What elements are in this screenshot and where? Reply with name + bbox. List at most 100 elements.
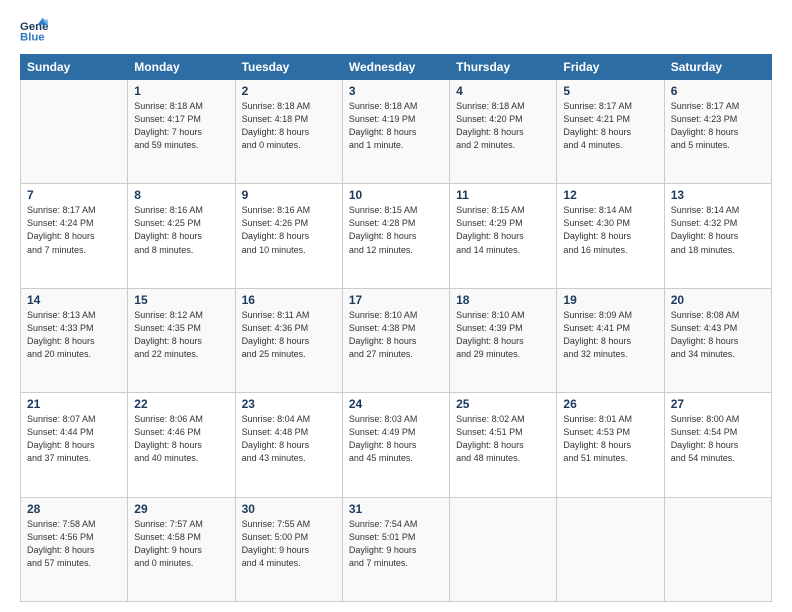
logo-icon: General Blue <box>20 16 48 44</box>
day-number: 1 <box>134 84 228 98</box>
day-cell: 28Sunrise: 7:58 AM Sunset: 4:56 PM Dayli… <box>21 497 128 601</box>
day-info: Sunrise: 8:17 AM Sunset: 4:21 PM Dayligh… <box>563 100 657 152</box>
day-info: Sunrise: 8:12 AM Sunset: 4:35 PM Dayligh… <box>134 309 228 361</box>
day-info: Sunrise: 8:07 AM Sunset: 4:44 PM Dayligh… <box>27 413 121 465</box>
logo: General Blue <box>20 16 52 44</box>
weekday-header-saturday: Saturday <box>664 55 771 80</box>
weekday-header-row: SundayMondayTuesdayWednesdayThursdayFrid… <box>21 55 772 80</box>
day-number: 6 <box>671 84 765 98</box>
day-cell: 12 Sunrise: 8:14 AM Sunset: 4:30 PM Dayli… <box>557 184 664 288</box>
day-number: 10 <box>349 188 443 202</box>
week-row-2: 7 Sunrise: 8:17 AM Sunset: 4:24 PM Daylig… <box>21 184 772 288</box>
day-cell: 18 Sunrise: 8:10 AM Sunset: 4:39 PM Dayli… <box>450 288 557 392</box>
day-number: 9 <box>242 188 336 202</box>
day-info: Sunrise: 8:17 AM Sunset: 4:23 PM Dayligh… <box>671 100 765 152</box>
day-number: 21 <box>27 397 121 411</box>
day-number: 3 <box>349 84 443 98</box>
week-row-4: 21 Sunrise: 8:07 AM Sunset: 4:44 PM Dayli… <box>21 393 772 497</box>
day-info: Sunrise: 8:18 AM Sunset: 4:19 PM Dayligh… <box>349 100 443 152</box>
day-cell: 22Sunrise: 8:06 AM Sunset: 4:46 PM Dayli… <box>128 393 235 497</box>
day-number: 20 <box>671 293 765 307</box>
week-row-5: 28Sunrise: 7:58 AM Sunset: 4:56 PM Dayli… <box>21 497 772 601</box>
day-cell: 13 Sunrise: 8:14 AM Sunset: 4:32 PM Dayli… <box>664 184 771 288</box>
header: General Blue <box>20 16 772 44</box>
day-info: Sunrise: 8:17 AM Sunset: 4:24 PM Dayligh… <box>27 204 121 256</box>
day-number: 24 <box>349 397 443 411</box>
day-cell: 7 Sunrise: 8:17 AM Sunset: 4:24 PM Daylig… <box>21 184 128 288</box>
day-cell <box>557 497 664 601</box>
day-info: Sunrise: 8:10 AM Sunset: 4:38 PM Dayligh… <box>349 309 443 361</box>
weekday-header-friday: Friday <box>557 55 664 80</box>
day-info: Sunrise: 8:03 AM Sunset: 4:49 PM Dayligh… <box>349 413 443 465</box>
weekday-header-monday: Monday <box>128 55 235 80</box>
weekday-header-tuesday: Tuesday <box>235 55 342 80</box>
day-info: Sunrise: 8:16 AM Sunset: 4:26 PM Dayligh… <box>242 204 336 256</box>
day-cell: 3 Sunrise: 8:18 AM Sunset: 4:19 PM Daylig… <box>342 80 449 184</box>
day-info: Sunrise: 8:18 AM Sunset: 4:17 PM Dayligh… <box>134 100 228 152</box>
day-cell: 26 Sunrise: 8:01 AM Sunset: 4:53 PM Dayli… <box>557 393 664 497</box>
day-cell <box>450 497 557 601</box>
day-number: 22 <box>134 397 228 411</box>
day-cell: 23Sunrise: 8:04 AM Sunset: 4:48 PM Dayli… <box>235 393 342 497</box>
day-number: 16 <box>242 293 336 307</box>
day-cell: 10 Sunrise: 8:15 AM Sunset: 4:28 PM Dayli… <box>342 184 449 288</box>
day-info: Sunrise: 8:13 AM Sunset: 4:33 PM Dayligh… <box>27 309 121 361</box>
day-cell: 25 Sunrise: 8:02 AM Sunset: 4:51 PM Dayli… <box>450 393 557 497</box>
week-row-3: 14Sunrise: 8:13 AM Sunset: 4:33 PM Dayli… <box>21 288 772 392</box>
day-info: Sunrise: 8:14 AM Sunset: 4:30 PM Dayligh… <box>563 204 657 256</box>
day-cell <box>664 497 771 601</box>
day-cell: 8 Sunrise: 8:16 AM Sunset: 4:25 PM Daylig… <box>128 184 235 288</box>
day-info: Sunrise: 8:10 AM Sunset: 4:39 PM Dayligh… <box>456 309 550 361</box>
day-number: 8 <box>134 188 228 202</box>
weekday-header-wednesday: Wednesday <box>342 55 449 80</box>
day-number: 26 <box>563 397 657 411</box>
day-number: 2 <box>242 84 336 98</box>
day-cell: 14Sunrise: 8:13 AM Sunset: 4:33 PM Dayli… <box>21 288 128 392</box>
day-number: 30 <box>242 502 336 516</box>
day-cell: 20Sunrise: 8:08 AM Sunset: 4:43 PM Dayli… <box>664 288 771 392</box>
day-info: Sunrise: 8:16 AM Sunset: 4:25 PM Dayligh… <box>134 204 228 256</box>
day-info: Sunrise: 7:58 AM Sunset: 4:56 PM Dayligh… <box>27 518 121 570</box>
day-number: 25 <box>456 397 550 411</box>
day-number: 18 <box>456 293 550 307</box>
day-info: Sunrise: 8:18 AM Sunset: 4:20 PM Dayligh… <box>456 100 550 152</box>
day-cell: 31 Sunrise: 7:54 AM Sunset: 5:01 PM Dayli… <box>342 497 449 601</box>
day-number: 23 <box>242 397 336 411</box>
day-number: 12 <box>563 188 657 202</box>
day-number: 7 <box>27 188 121 202</box>
day-info: Sunrise: 8:09 AM Sunset: 4:41 PM Dayligh… <box>563 309 657 361</box>
day-info: Sunrise: 7:54 AM Sunset: 5:01 PM Dayligh… <box>349 518 443 570</box>
day-info: Sunrise: 8:00 AM Sunset: 4:54 PM Dayligh… <box>671 413 765 465</box>
day-cell: 6 Sunrise: 8:17 AM Sunset: 4:23 PM Daylig… <box>664 80 771 184</box>
day-cell: 30Sunrise: 7:55 AM Sunset: 5:00 PM Dayli… <box>235 497 342 601</box>
calendar-table: SundayMondayTuesdayWednesdayThursdayFrid… <box>20 54 772 602</box>
day-cell: 17Sunrise: 8:10 AM Sunset: 4:38 PM Dayli… <box>342 288 449 392</box>
day-info: Sunrise: 8:15 AM Sunset: 4:28 PM Dayligh… <box>349 204 443 256</box>
week-row-1: 1 Sunrise: 8:18 AM Sunset: 4:17 PM Daylig… <box>21 80 772 184</box>
day-cell: 9 Sunrise: 8:16 AM Sunset: 4:26 PM Daylig… <box>235 184 342 288</box>
day-number: 15 <box>134 293 228 307</box>
day-info: Sunrise: 8:14 AM Sunset: 4:32 PM Dayligh… <box>671 204 765 256</box>
day-cell: 2 Sunrise: 8:18 AM Sunset: 4:18 PM Daylig… <box>235 80 342 184</box>
day-info: Sunrise: 8:15 AM Sunset: 4:29 PM Dayligh… <box>456 204 550 256</box>
day-info: Sunrise: 8:18 AM Sunset: 4:18 PM Dayligh… <box>242 100 336 152</box>
day-cell <box>21 80 128 184</box>
day-number: 31 <box>349 502 443 516</box>
day-info: Sunrise: 8:02 AM Sunset: 4:51 PM Dayligh… <box>456 413 550 465</box>
day-cell: 19Sunrise: 8:09 AM Sunset: 4:41 PM Dayli… <box>557 288 664 392</box>
day-cell: 15 Sunrise: 8:12 AM Sunset: 4:35 PM Dayli… <box>128 288 235 392</box>
day-cell: 24 Sunrise: 8:03 AM Sunset: 4:49 PM Dayli… <box>342 393 449 497</box>
day-number: 29 <box>134 502 228 516</box>
day-number: 11 <box>456 188 550 202</box>
day-info: Sunrise: 7:57 AM Sunset: 4:58 PM Dayligh… <box>134 518 228 570</box>
svg-text:Blue: Blue <box>20 32 45 44</box>
weekday-header-thursday: Thursday <box>450 55 557 80</box>
day-cell: 1 Sunrise: 8:18 AM Sunset: 4:17 PM Daylig… <box>128 80 235 184</box>
day-cell: 5Sunrise: 8:17 AM Sunset: 4:21 PM Daylig… <box>557 80 664 184</box>
day-info: Sunrise: 8:01 AM Sunset: 4:53 PM Dayligh… <box>563 413 657 465</box>
day-number: 13 <box>671 188 765 202</box>
day-cell: 4Sunrise: 8:18 AM Sunset: 4:20 PM Daylig… <box>450 80 557 184</box>
day-cell: 29 Sunrise: 7:57 AM Sunset: 4:58 PM Dayli… <box>128 497 235 601</box>
day-cell: 27Sunrise: 8:00 AM Sunset: 4:54 PM Dayli… <box>664 393 771 497</box>
weekday-header-sunday: Sunday <box>21 55 128 80</box>
